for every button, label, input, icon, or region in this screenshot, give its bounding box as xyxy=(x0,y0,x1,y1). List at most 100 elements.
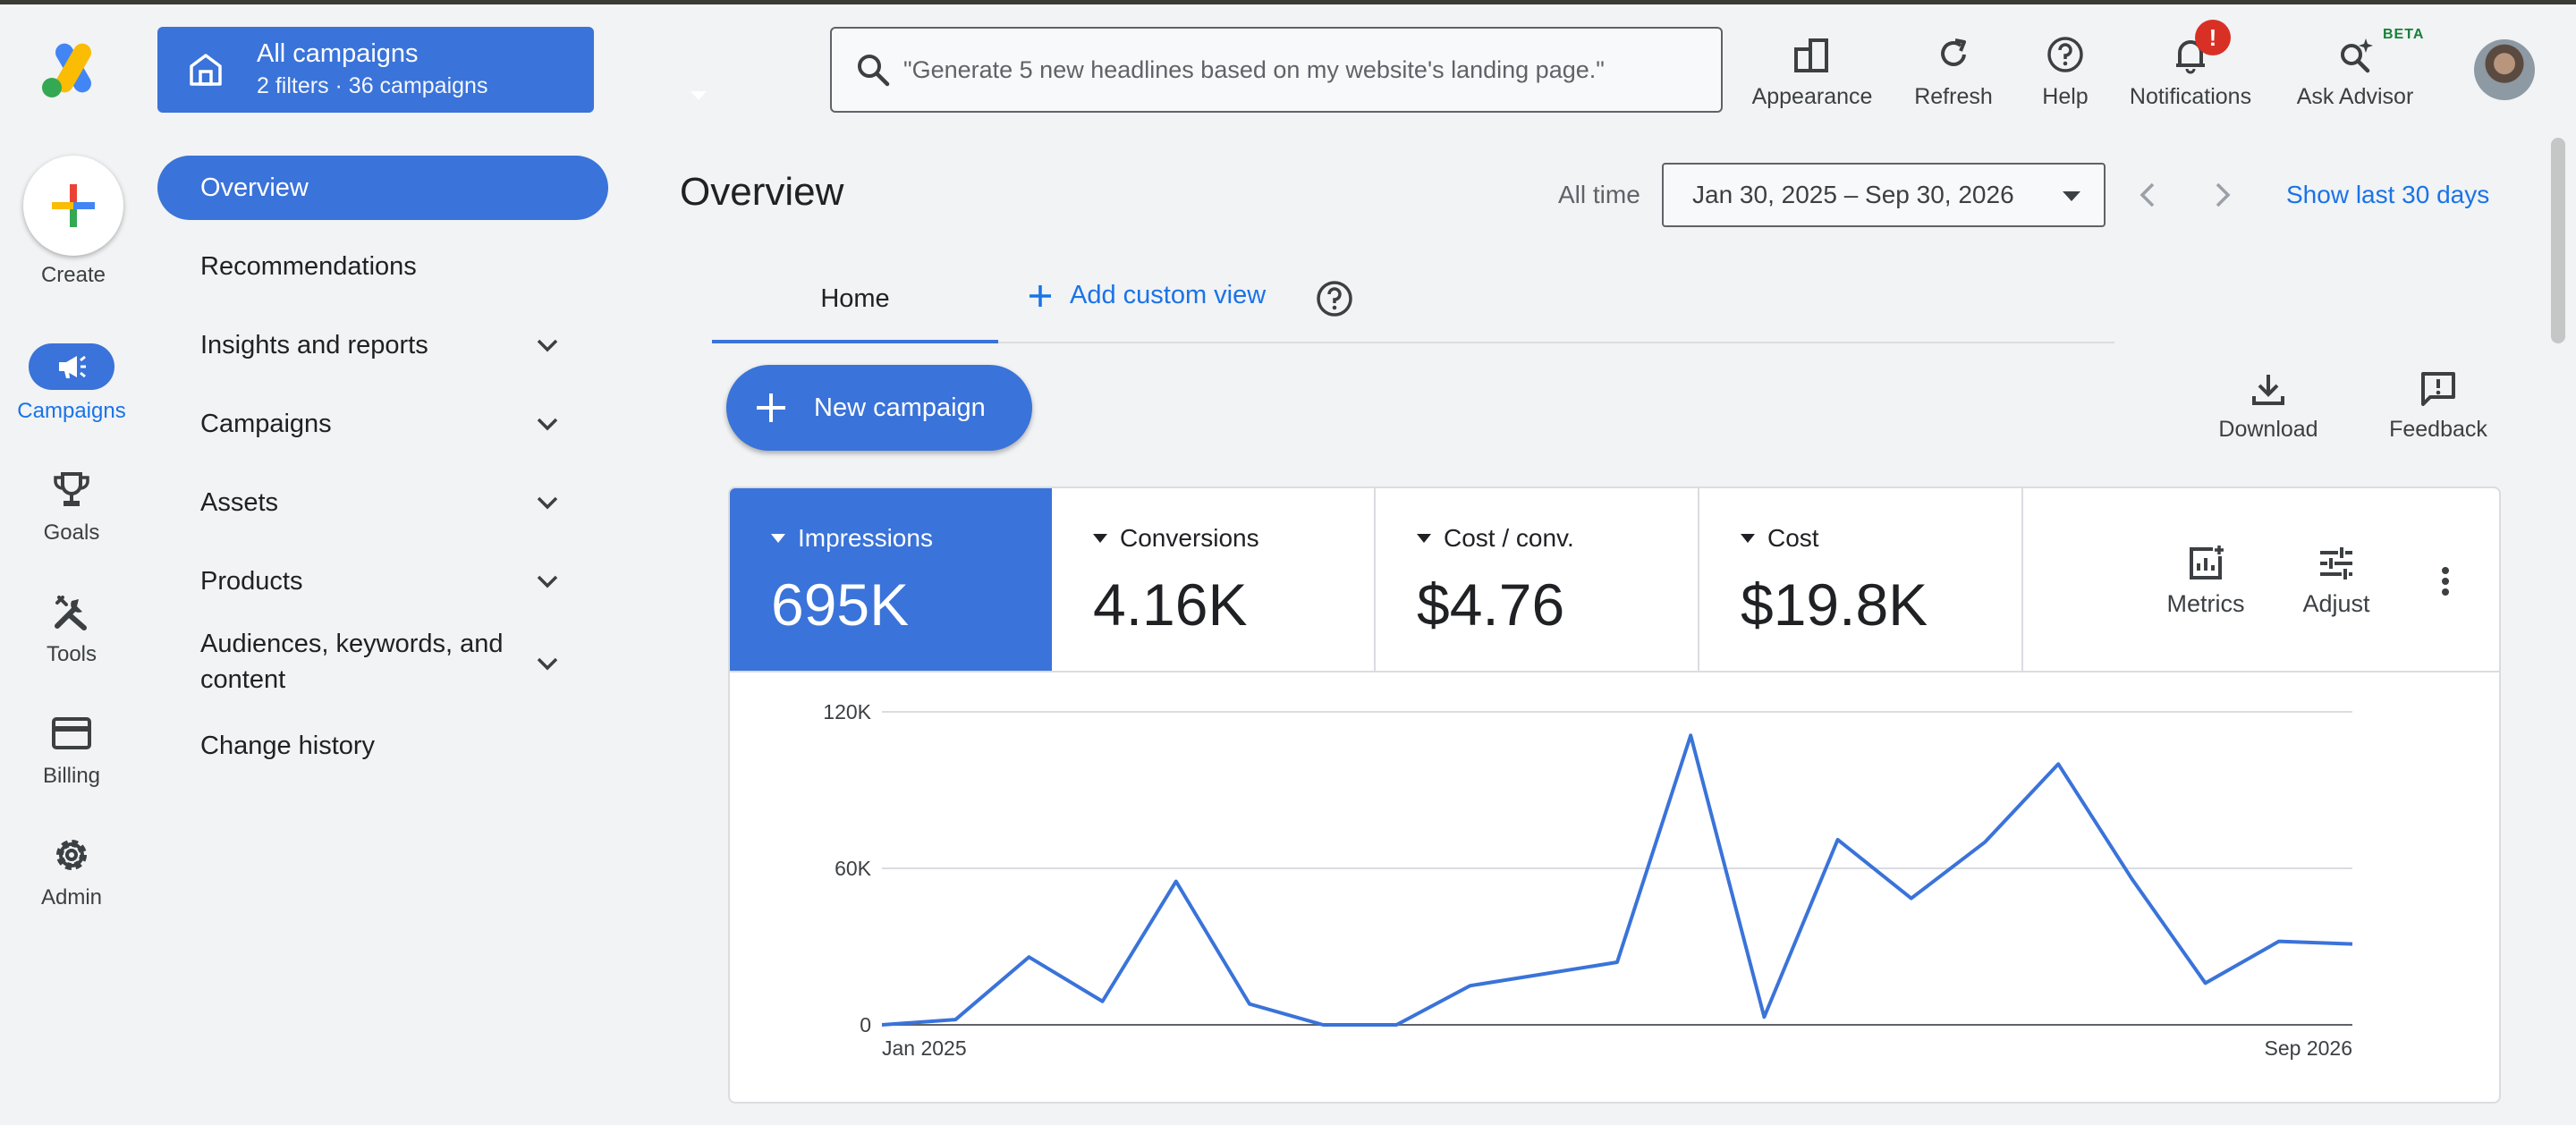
tools-label: Tools xyxy=(46,642,97,666)
plus-icon xyxy=(757,393,785,422)
nav-item-campaigns[interactable]: Campaigns xyxy=(200,406,332,442)
metric-cost-per-conv-value: $4.76 xyxy=(1417,571,1565,638)
caret-down-icon xyxy=(1093,534,1107,543)
trophy-icon[interactable] xyxy=(50,469,93,512)
chevron-right-icon[interactable] xyxy=(2202,175,2241,215)
credit-card-icon[interactable] xyxy=(50,712,93,755)
new-campaign-button[interactable]: New campaign xyxy=(726,365,1032,451)
date-range-value: Jan 30, 2025 – Sep 30, 2026 xyxy=(1692,181,2014,208)
megaphone-icon xyxy=(59,355,86,378)
feedback-button[interactable]: Feedback xyxy=(2383,367,2494,443)
metric-impressions-value: 695K xyxy=(771,571,910,638)
billing-label: Billing xyxy=(42,764,101,788)
campaign-scope-selector[interactable]: All campaigns 2 filters · 36 campaigns xyxy=(157,27,707,113)
notifications-button[interactable]: ! Notifications xyxy=(2123,20,2258,110)
nav-item-products[interactable]: Products xyxy=(200,563,302,599)
nav-item-overview[interactable]: Overview xyxy=(157,156,608,220)
ask-advisor-label: Ask Advisor xyxy=(2296,84,2414,109)
admin-label: Admin xyxy=(40,885,103,909)
nav-item-change-history[interactable]: Change history xyxy=(200,728,375,764)
avatar[interactable] xyxy=(2474,39,2535,100)
rail-campaigns[interactable] xyxy=(29,343,114,390)
date-range-label: All time xyxy=(1558,181,1640,208)
refresh-button[interactable]: Refresh xyxy=(1907,32,2000,110)
y-tick-label: 120K xyxy=(823,700,871,723)
create-label: Create xyxy=(40,263,106,287)
page-title: Overview xyxy=(680,170,844,214)
refresh-label: Refresh xyxy=(1914,84,1993,109)
gear-icon[interactable] xyxy=(50,833,93,876)
nav-item-audiences[interactable]: Audiences, keywords, and content xyxy=(200,626,504,698)
campaigns-label: Campaigns xyxy=(17,399,126,423)
chevron-down-icon[interactable] xyxy=(531,408,564,440)
metric-cost-per-conv[interactable]: Cost / conv. $4.76 xyxy=(1376,488,1699,671)
search-box[interactable] xyxy=(830,27,1723,113)
google-ads-logo[interactable] xyxy=(39,39,104,100)
scope-subtitle: 2 filters · 36 campaigns xyxy=(257,73,488,98)
refresh-icon xyxy=(1941,38,1966,66)
metric-conversions[interactable]: Conversions 4.16K xyxy=(1052,488,1376,671)
tab-home-label: Home xyxy=(820,284,890,313)
chevron-down-icon xyxy=(691,91,707,100)
metric-impressions-name: Impressions xyxy=(798,524,933,552)
beta-badge: BETA xyxy=(2383,27,2425,42)
more-vert-icon[interactable] xyxy=(2428,563,2463,599)
x-tick-label-end: Sep 2026 xyxy=(2265,1036,2352,1060)
scope-title: All campaigns xyxy=(257,39,419,68)
caret-down-icon xyxy=(1417,534,1431,543)
download-button[interactable]: Download xyxy=(2213,367,2324,443)
series-line xyxy=(881,733,2353,1027)
top-strip xyxy=(0,0,2576,4)
help-label: Help xyxy=(2042,84,2089,109)
nav-item-assets[interactable]: Assets xyxy=(200,485,278,520)
metric-conversions-name: Conversions xyxy=(1120,524,1259,552)
adjust-label: Adjust xyxy=(2302,590,2370,617)
help-icon[interactable] xyxy=(1315,279,1354,318)
feedback-label: Feedback xyxy=(2389,417,2487,442)
plus-icon xyxy=(1030,284,1051,307)
advisor-sparkle-icon xyxy=(2341,38,2373,73)
scrollbar[interactable] xyxy=(2551,138,2565,343)
metric-impressions[interactable]: Impressions 695K xyxy=(730,488,1052,671)
appearance-button[interactable]: Appearance xyxy=(1750,32,1875,110)
sliders-icon xyxy=(2320,547,2352,579)
chevron-down-icon[interactable] xyxy=(531,329,564,361)
show-last-30-days-link[interactable]: Show last 30 days xyxy=(2286,181,2489,209)
chevron-down-icon[interactable] xyxy=(531,647,564,680)
feedback-icon xyxy=(2421,372,2455,406)
metric-cost[interactable]: Cost $19.8K xyxy=(1699,488,2023,671)
performance-card: Impressions 695K Conversions 4.16K Cost … xyxy=(728,486,2501,1104)
tools-icon[interactable] xyxy=(50,590,93,633)
help-button[interactable]: Help xyxy=(2032,32,2098,110)
nav-item-audiences-line1: Audiences, keywords, and xyxy=(200,630,504,658)
search-input[interactable] xyxy=(903,45,1690,95)
metric-conversions-value: 4.16K xyxy=(1093,571,1248,638)
appearance-label: Appearance xyxy=(1751,84,1873,109)
chevron-down-icon[interactable] xyxy=(531,565,564,597)
ask-advisor-button[interactable]: Ask Advisor xyxy=(2288,32,2422,110)
nav-item-audiences-line2: content xyxy=(200,665,286,694)
goals-label: Goals xyxy=(43,520,100,545)
notifications-label: Notifications xyxy=(2129,84,2252,109)
building-icon xyxy=(190,54,222,86)
metrics-button[interactable]: Metrics xyxy=(2152,542,2259,618)
adjust-button[interactable]: Adjust xyxy=(2284,542,2388,618)
caret-down-icon xyxy=(1741,534,1755,543)
create-button[interactable] xyxy=(23,156,123,256)
nav-item-insights[interactable]: Insights and reports xyxy=(200,327,428,363)
search-icon xyxy=(858,55,890,87)
help-icon xyxy=(2047,37,2083,72)
caret-down-icon xyxy=(771,534,785,543)
tab-home[interactable]: Home xyxy=(712,277,998,343)
nav-item-recommendations[interactable]: Recommendations xyxy=(200,249,417,284)
download-label: Download xyxy=(2218,417,2318,442)
chevron-left-icon[interactable] xyxy=(2129,175,2168,215)
y-tick-label: 60K xyxy=(835,857,872,880)
metric-cost-name: Cost xyxy=(1767,524,1819,552)
appearance-icon xyxy=(1794,38,1828,72)
new-campaign-label: New campaign xyxy=(814,393,986,422)
add-custom-view-button[interactable]: Add custom view xyxy=(1027,281,1266,310)
date-range-picker[interactable]: Jan 30, 2025 – Sep 30, 2026 xyxy=(1662,163,2106,227)
metric-cost-per-conv-name: Cost / conv. xyxy=(1444,524,1574,552)
chevron-down-icon[interactable] xyxy=(531,486,564,519)
